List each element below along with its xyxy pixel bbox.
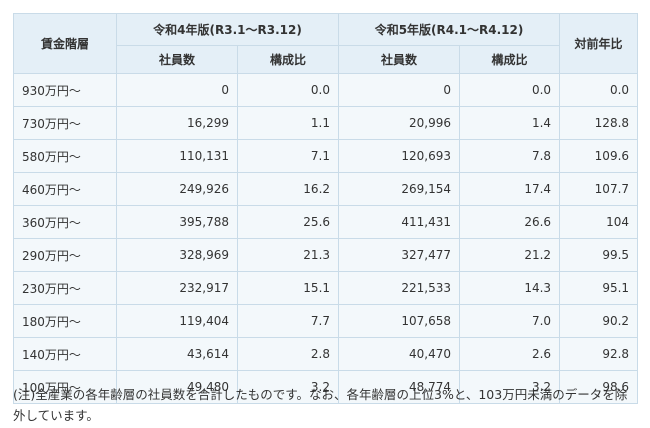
table-row: 360万円〜 395,788 25.6 411,431 26.6 104 <box>13 205 639 239</box>
table-row: 730万円〜 16,299 1.1 20,996 1.4 128.8 <box>13 106 639 140</box>
cell-employees-r5: 107,658 <box>338 304 461 338</box>
cell-employees-r5: 40,470 <box>338 337 461 371</box>
table-row: 930万円〜 0 0.0 0 0.0 0.0 <box>13 73 639 107</box>
table-row: 290万円〜 328,969 21.3 327,477 21.2 99.5 <box>13 238 639 272</box>
cell-yoy: 92.8 <box>559 337 639 371</box>
cell-ratio-r4: 15.1 <box>236 271 340 305</box>
cell-ratio-r5: 7.8 <box>459 139 561 173</box>
cell-ratio-r4: 7.1 <box>236 139 340 173</box>
header-employees-r4: 社員数 <box>116 45 238 74</box>
cell-employees-r4: 119,404 <box>116 304 238 338</box>
cell-ratio-r4: 25.6 <box>236 205 340 239</box>
header-yoy: 対前年比 <box>559 13 639 74</box>
header-ratio-r5: 構成比 <box>459 45 561 74</box>
wage-distribution-table: 賃金階層 令和4年版(R3.1〜R3.12) 令和5年版(R4.1〜R4.12)… <box>13 13 639 404</box>
table-row: 180万円〜 119,404 7.7 107,658 7.0 90.2 <box>13 304 639 338</box>
cell-yoy: 107.7 <box>559 172 639 206</box>
table-row: 580万円〜 110,131 7.1 120,693 7.8 109.6 <box>13 139 639 173</box>
cell-ratio-r4: 7.7 <box>236 304 340 338</box>
page: 賃金階層 令和4年版(R3.1〜R3.12) 令和5年版(R4.1〜R4.12)… <box>0 0 650 428</box>
cell-ratio-r4: 21.3 <box>236 238 340 272</box>
cell-yoy: 90.2 <box>559 304 639 338</box>
cell-employees-r4: 249,926 <box>116 172 238 206</box>
cell-employees-r4: 232,917 <box>116 271 238 305</box>
cell-employees-r5: 327,477 <box>338 238 461 272</box>
cell-employees-r5: 411,431 <box>338 205 461 239</box>
header-year-r5: 令和5年版(R4.1〜R4.12) <box>338 13 561 46</box>
cell-employees-r4: 43,614 <box>116 337 238 371</box>
table-row: 460万円〜 249,926 16.2 269,154 17.4 107.7 <box>13 172 639 206</box>
cell-wage-band: 730万円〜 <box>13 106 117 140</box>
cell-yoy: 0.0 <box>559 73 639 107</box>
table-header-row: 賃金階層 令和4年版(R3.1〜R3.12) 令和5年版(R4.1〜R4.12)… <box>13 13 639 74</box>
cell-employees-r4: 395,788 <box>116 205 238 239</box>
cell-ratio-r4: 0.0 <box>236 73 340 107</box>
cell-wage-band: 290万円〜 <box>13 238 117 272</box>
cell-ratio-r4: 2.8 <box>236 337 340 371</box>
cell-ratio-r5: 21.2 <box>459 238 561 272</box>
cell-ratio-r5: 26.6 <box>459 205 561 239</box>
table-row: 140万円〜 43,614 2.8 40,470 2.6 92.8 <box>13 337 639 371</box>
cell-ratio-r5: 2.6 <box>459 337 561 371</box>
table-row: 230万円〜 232,917 15.1 221,533 14.3 95.1 <box>13 271 639 305</box>
cell-yoy: 104 <box>559 205 639 239</box>
cell-yoy: 109.6 <box>559 139 639 173</box>
cell-employees-r5: 269,154 <box>338 172 461 206</box>
cell-ratio-r5: 1.4 <box>459 106 561 140</box>
cell-employees-r5: 20,996 <box>338 106 461 140</box>
header-year-r4: 令和4年版(R3.1〜R3.12) <box>115 13 340 46</box>
cell-employees-r4: 328,969 <box>116 238 238 272</box>
cell-wage-band: 140万円〜 <box>13 337 117 371</box>
cell-ratio-r5: 17.4 <box>459 172 561 206</box>
cell-yoy: 128.8 <box>559 106 639 140</box>
cell-ratio-r5: 7.0 <box>459 304 561 338</box>
cell-wage-band: 230万円〜 <box>13 271 117 305</box>
cell-ratio-r5: 14.3 <box>459 271 561 305</box>
cell-wage-band: 360万円〜 <box>13 205 117 239</box>
header-employees-r5: 社員数 <box>338 45 461 74</box>
cell-employees-r4: 0 <box>116 73 238 107</box>
cell-employees-r5: 120,693 <box>338 139 461 173</box>
cell-employees-r4: 16,299 <box>116 106 238 140</box>
cell-ratio-r4: 1.1 <box>236 106 340 140</box>
cell-employees-r4: 110,131 <box>116 139 238 173</box>
header-ratio-r4: 構成比 <box>236 45 340 74</box>
footnote: (注)全産業の各年齢層の社員数を合計したものです。なお、各年齢層の上位3%と、1… <box>13 387 628 423</box>
cell-employees-r5: 0 <box>338 73 461 107</box>
cell-ratio-r4: 16.2 <box>236 172 340 206</box>
cell-yoy: 99.5 <box>559 238 639 272</box>
cell-wage-band: 930万円〜 <box>13 73 117 107</box>
header-wage-band: 賃金階層 <box>13 13 117 74</box>
cell-wage-band: 180万円〜 <box>13 304 117 338</box>
cell-wage-band: 460万円〜 <box>13 172 117 206</box>
cell-employees-r5: 221,533 <box>338 271 461 305</box>
cell-ratio-r5: 0.0 <box>459 73 561 107</box>
cell-wage-band: 580万円〜 <box>13 139 117 173</box>
cell-yoy: 95.1 <box>559 271 639 305</box>
